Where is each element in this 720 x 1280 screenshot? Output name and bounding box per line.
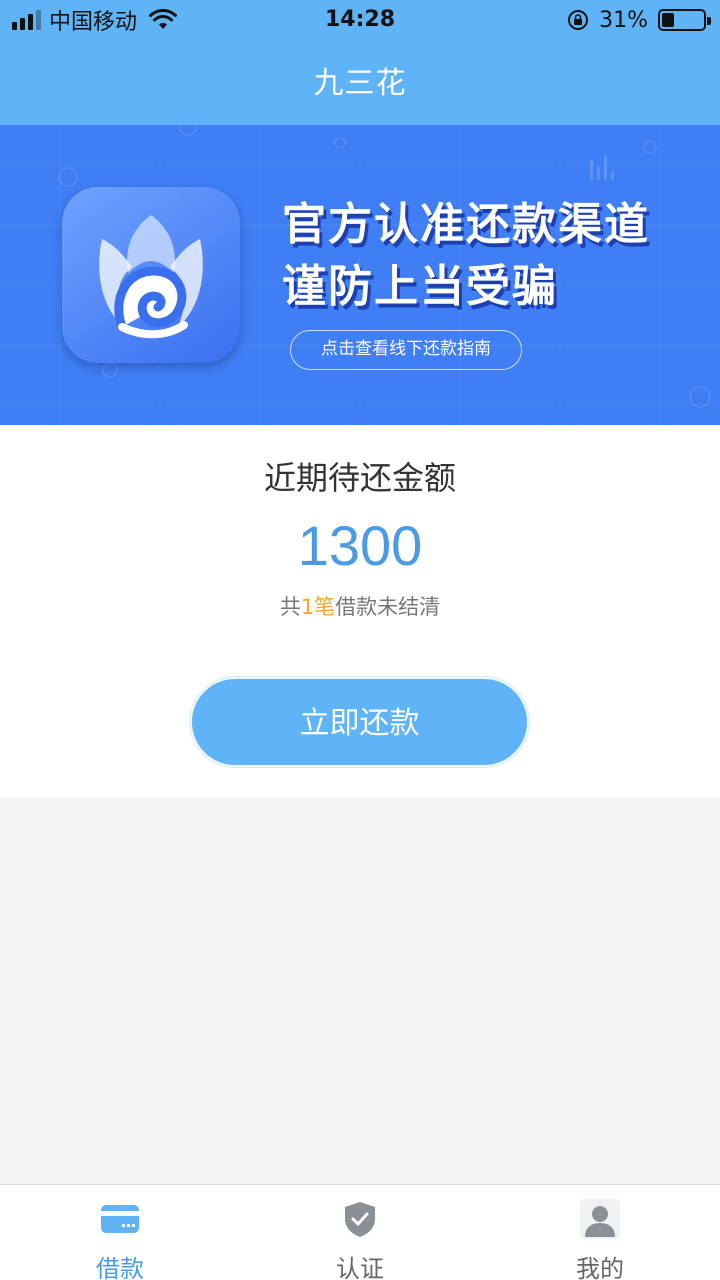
status-right: 31% [567,6,711,34]
outstanding-loans-note: 共1笔借款未结清 [0,591,720,621]
app-logo-icon [62,187,240,363]
card-icon [101,1205,139,1233]
repay-now-button[interactable]: 立即还款 [190,677,529,767]
tab-label-verify: 认证 [336,1255,384,1280]
orientation-lock-icon [568,10,589,30]
shield-check-icon [345,1202,375,1237]
tab-loan[interactable]: 借款 [0,1185,240,1280]
tab-label-loan: 借款 [96,1255,144,1280]
status-bar: 中国移动 14:28 31% [0,0,720,40]
tab-mine[interactable]: 我的 [480,1185,720,1280]
offline-repayment-guide-link[interactable]: 点击查看线下还款指南 [290,330,522,370]
page-title: 九三花 [313,66,407,101]
tab-label-mine: 我的 [576,1255,624,1280]
battery-icon [658,9,711,31]
note-prefix: 共 [279,595,301,619]
note-suffix: 借款未结清 [335,595,441,619]
battery-percent: 31% [599,7,648,33]
banner-headline-1: 官方认准还款渠道 [282,199,650,250]
repayment-title: 近期待还金额 [263,459,456,497]
promo-banner[interactable]: 官方认准还款渠道 谨防上当受骗 点击查看线下还款指南 [0,125,720,425]
repayment-amount: 1300 [297,514,423,577]
battery-fill [662,13,675,27]
loan-count: 1笔 [300,595,336,619]
top-bar: 中国移动 14:28 31% 九三花 [0,0,720,125]
repayment-card: 近期待还金额 1300 共1笔借款未结清 立即还款 [0,425,720,797]
tab-verify[interactable]: 认证 [240,1185,480,1280]
banner-headline-2: 谨防上当受骗 [282,261,558,312]
tab-bar: 借款 认证 我的 [0,1184,720,1280]
user-icon [580,1199,620,1239]
